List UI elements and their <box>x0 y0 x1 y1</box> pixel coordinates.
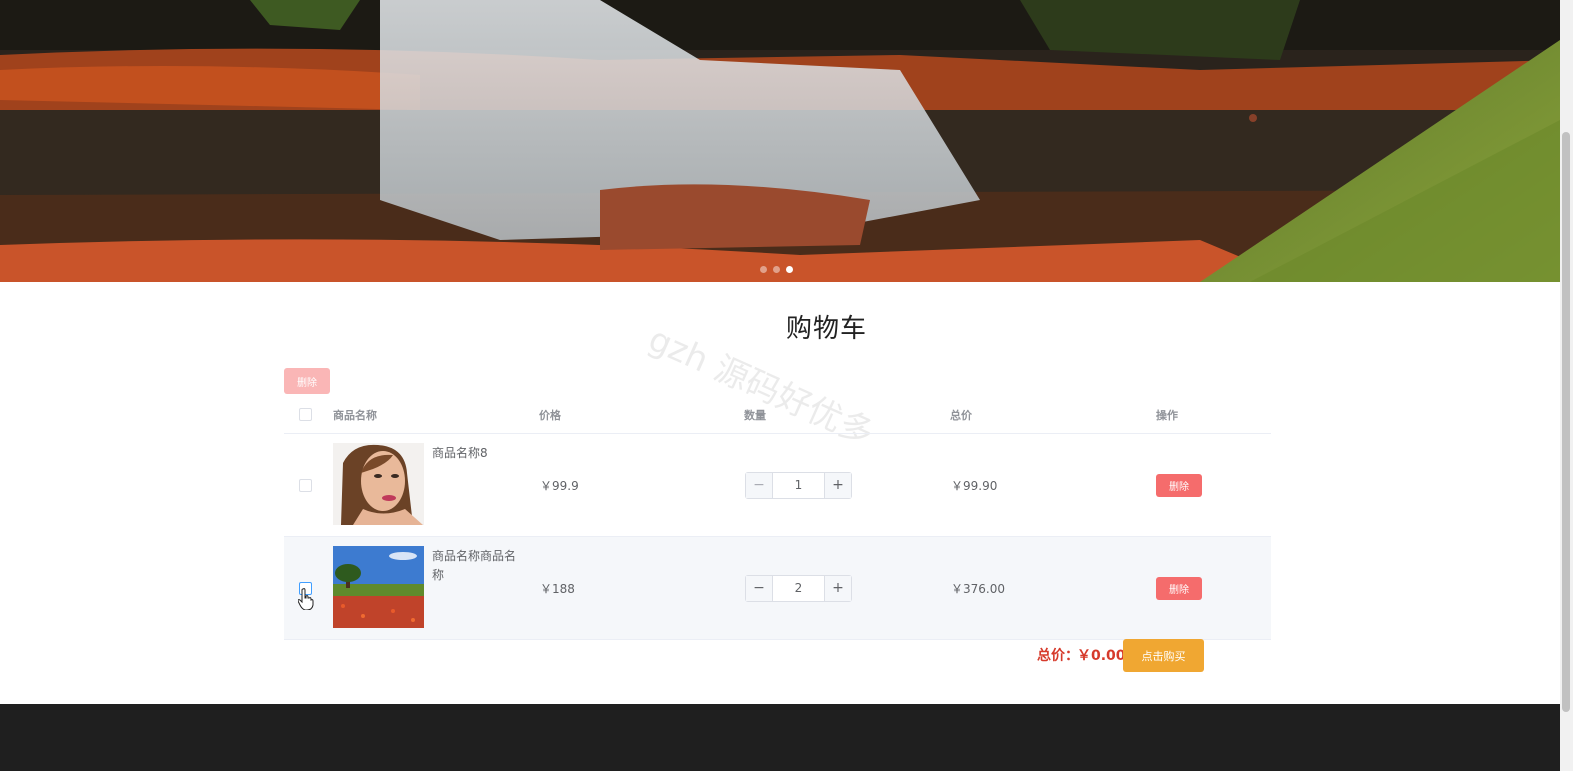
woman-portrait-image <box>333 443 424 525</box>
delete-row-button[interactable]: 删除 <box>1156 474 1202 497</box>
row-total-price: ￥376.00 <box>951 582 1005 596</box>
cart-table: 商品名称 价格 数量 总价 操作 商品名称8 ￥99.9 − 1 + ￥99.9… <box>284 398 1271 640</box>
quantity-input[interactable]: 2 <box>773 576 824 601</box>
increase-quantity-button[interactable]: + <box>824 473 851 498</box>
row-checkbox[interactable] <box>299 479 312 492</box>
total-price-value: ￥0.00 <box>1077 648 1126 664</box>
row-total-price: ￥99.90 <box>951 479 998 493</box>
banner-carousel[interactable] <box>0 0 1560 282</box>
table-row: 商品名称8 ￥99.9 − 1 + ￥99.90 删除 <box>284 434 1271 537</box>
product-price: ￥99.9 <box>540 479 579 493</box>
waterfall-banner-image <box>0 0 1560 282</box>
decrease-quantity-button[interactable]: − <box>746 576 773 601</box>
product-name[interactable]: 商品名称8 <box>432 444 520 463</box>
select-all-checkbox[interactable] <box>299 408 312 421</box>
product-image <box>333 546 424 628</box>
carousel-dot-2[interactable] <box>773 266 780 273</box>
decrease-quantity-button[interactable]: − <box>746 473 773 498</box>
carousel-dot-3[interactable] <box>786 266 793 273</box>
column-header-action: 操作 <box>1156 409 1178 422</box>
product-name[interactable]: 商品名称商品名称 <box>432 547 520 585</box>
table-row: 商品名称商品名称 ￥188 − 2 + ￥376.00 删除 <box>284 537 1271 640</box>
page-scrollbar-thumb[interactable] <box>1562 132 1570 712</box>
column-header-name: 商品名称 <box>333 409 377 422</box>
batch-delete-button[interactable]: 删除 <box>284 368 330 394</box>
page-footer <box>0 704 1560 771</box>
product-price: ￥188 <box>540 582 575 596</box>
table-header: 商品名称 价格 数量 总价 操作 <box>284 398 1271 434</box>
buy-button[interactable]: 点击购买 <box>1123 639 1204 672</box>
tree-flower-field-image <box>333 546 424 628</box>
delete-row-button[interactable]: 删除 <box>1156 577 1202 600</box>
carousel-dot-1[interactable] <box>760 266 767 273</box>
column-header-quantity: 数量 <box>744 409 766 422</box>
column-header-total: 总价 <box>950 409 972 422</box>
quantity-input[interactable]: 1 <box>773 473 824 498</box>
total-price-label: 总价： <box>1037 648 1079 664</box>
hand-pointer-cursor-icon <box>298 588 314 610</box>
quantity-stepper[interactable]: − 1 + <box>745 472 852 499</box>
quantity-stepper[interactable]: − 2 + <box>745 575 852 602</box>
product-image <box>333 443 424 525</box>
page-title: 购物车 <box>785 314 867 344</box>
carousel-indicators <box>760 266 793 273</box>
column-header-price: 价格 <box>539 409 561 422</box>
increase-quantity-button[interactable]: + <box>824 576 851 601</box>
